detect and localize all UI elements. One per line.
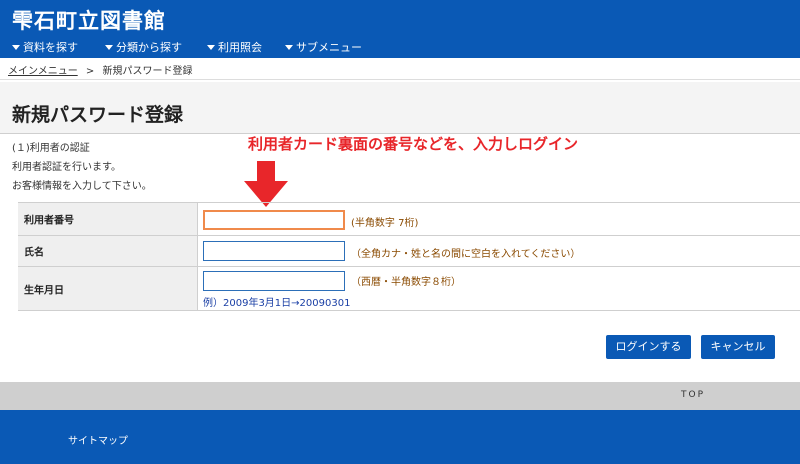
chevron-down-icon: [207, 45, 215, 50]
chevron-down-icon: [105, 45, 113, 50]
birthdate-example: 例）2009年3月1日→20090301: [203, 298, 351, 309]
name-label-cell: 氏名: [18, 236, 198, 266]
title-band: 新規パスワード登録: [0, 82, 800, 134]
annotation-text: 利用者カード裏面の番号などを、入力しログイン: [248, 135, 579, 153]
site-title[interactable]: 雫石町立図書館: [12, 5, 166, 35]
site-header: 雫石町立図書館 資料を探す 分類から探す 利用照会 サブメニュー: [0, 0, 800, 58]
name-hint: （全角カナ・姓と名の間に空白を入れてください）: [351, 249, 581, 260]
nav-item-usage-inquiry[interactable]: 利用照会: [207, 39, 262, 55]
form-row-user-number: 利用者番号 (半角数字 7桁): [18, 203, 800, 236]
intro-step: (１)利用者の認証: [12, 143, 90, 154]
name-input[interactable]: [203, 241, 345, 261]
main-nav: 資料を探す 分類から探す 利用照会 サブメニュー: [0, 39, 800, 55]
cancel-button[interactable]: キャンセル: [701, 335, 775, 359]
birthdate-hint: （西暦・半角数字８桁）: [351, 277, 461, 288]
breadcrumb-separator: >: [85, 66, 95, 77]
page-title: 新規パスワード登録: [12, 104, 184, 126]
breadcrumb-main-menu-link[interactable]: メインメニュー: [8, 66, 78, 77]
nav-item-search-by-category[interactable]: 分類から探す: [105, 39, 182, 55]
login-button[interactable]: ログインする: [606, 335, 691, 359]
name-label: 氏名: [24, 247, 44, 259]
birthdate-label-cell: 生年月日: [18, 267, 198, 310]
site-footer: サイトマップ: [0, 410, 800, 464]
user-number-label: 利用者番号: [24, 215, 74, 227]
nav-item-submenu[interactable]: サブメニュー: [285, 39, 362, 55]
birthdate-label: 生年月日: [24, 285, 64, 296]
auth-form: 利用者番号 (半角数字 7桁) 氏名 （全角カナ・姓と名の間に空白を入れてくださ…: [18, 202, 800, 311]
birthdate-input[interactable]: [203, 271, 345, 291]
sitemap-link[interactable]: サイトマップ: [68, 432, 128, 447]
nav-item-search-materials[interactable]: 資料を探す: [12, 39, 78, 55]
breadcrumb: メインメニュー > 新規パスワード登録: [8, 62, 192, 77]
top-link[interactable]: TOP: [681, 390, 705, 400]
breadcrumb-current: 新規パスワード登録: [102, 66, 193, 77]
user-number-label-cell: 利用者番号: [18, 203, 198, 235]
pagetop-band: TOP: [0, 382, 800, 410]
form-row-birthdate: 生年月日 （西暦・半角数字８桁） 例）2009年3月1日→20090301: [18, 267, 800, 311]
down-arrow-icon: [244, 161, 288, 207]
form-row-name: 氏名 （全角カナ・姓と名の間に空白を入れてください）: [18, 236, 800, 267]
chevron-down-icon: [285, 45, 293, 50]
intro-description: 利用者認証を行います。: [12, 162, 121, 173]
user-number-hint: (半角数字 7桁): [351, 218, 419, 229]
breadcrumb-bar: メインメニュー > 新規パスワード登録: [0, 58, 800, 80]
user-number-input[interactable]: [203, 210, 345, 230]
chevron-down-icon: [12, 45, 20, 50]
intro-instruction: お客様情報を入力して下さい。: [12, 181, 152, 192]
